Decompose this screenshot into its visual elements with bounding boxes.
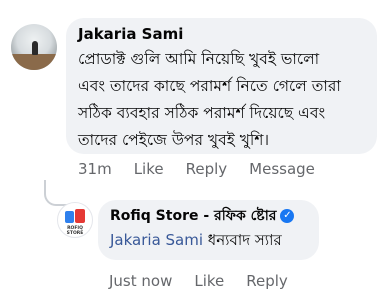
reply-like-button[interactable]: Like xyxy=(194,272,224,290)
mention-link[interactable]: Jakaria Sami xyxy=(110,231,203,249)
comment-line: সঠিক ব্যবহার সঠিক পরামর্শ দিয়েছে এবং xyxy=(78,104,326,122)
avatar-ground xyxy=(11,54,57,70)
verified-badge-icon: ✓ xyxy=(280,209,295,223)
reply-author[interactable]: Rofiq Store - রফিক ষ্টোর xyxy=(110,206,276,226)
comment-actions: 31m Like Reply Message xyxy=(78,160,315,178)
reply-text: Jakaria Sami ধন্যবাদ স্যার xyxy=(110,228,307,252)
reply-actions: Just now Like Reply xyxy=(109,272,288,290)
like-button[interactable]: Like xyxy=(134,160,164,178)
reply-message: ধন্যবাদ স্যার xyxy=(203,231,282,249)
comment-author[interactable]: Jakaria Sami xyxy=(78,24,365,44)
logo-text: ROFIQ STORE xyxy=(66,226,84,236)
avatar-figure xyxy=(32,41,38,55)
reply-reply-button[interactable]: Reply xyxy=(246,272,288,290)
shopping-bag-icon xyxy=(75,209,85,223)
comment-text: প্রোডাক্ট গুলি আমি নিয়েছি খুবই ভালো এবং… xyxy=(78,46,365,154)
comment-line: তাদের পেইজে উপর খুবই খুশি। xyxy=(78,131,270,149)
message-button[interactable]: Message xyxy=(249,160,315,178)
comment-timestamp[interactable]: 31m xyxy=(78,160,112,178)
reply-timestamp[interactable]: Just now xyxy=(109,272,172,290)
comment-line: এবং তাদের কাছে পরামর্শ নিতে গেলে তারা xyxy=(78,77,341,95)
reply-bubble: Rofiq Store - রফিক ষ্টোর ✓ Jakaria Sami … xyxy=(98,200,319,260)
reply-button[interactable]: Reply xyxy=(186,160,228,178)
comment-bubble: Jakaria Sami প্রোডাক্ট গুলি আমি নিয়েছি … xyxy=(66,18,377,154)
comment-line: প্রোডাক্ট গুলি আমি নিয়েছি খুবই ভালো xyxy=(78,50,320,68)
shopping-bag-icon xyxy=(65,211,74,223)
reply-author-row: Rofiq Store - রফিক ষ্টোর ✓ xyxy=(110,206,307,226)
page-avatar[interactable]: ROFIQ STORE xyxy=(57,202,93,238)
commenter-avatar[interactable] xyxy=(11,24,57,70)
